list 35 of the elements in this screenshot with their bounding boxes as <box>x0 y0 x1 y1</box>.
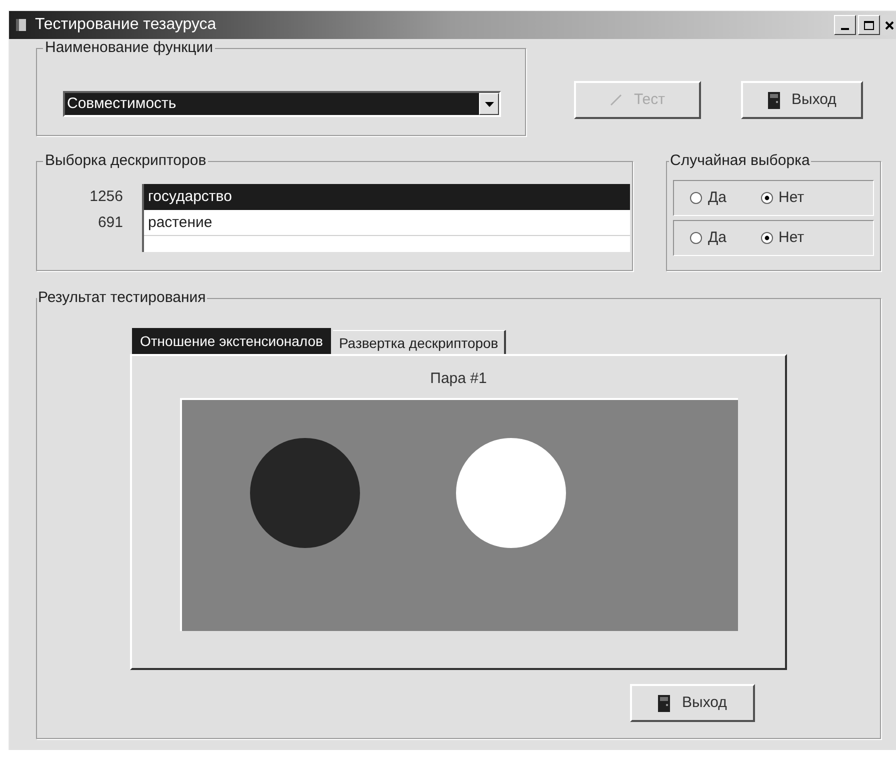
pencil-icon <box>610 94 622 106</box>
door-icon <box>658 694 670 712</box>
dropdown-arrow-button[interactable] <box>479 93 499 115</box>
radio-option[interactable]: Да <box>690 186 727 210</box>
maximize-icon <box>864 20 874 30</box>
caret-icon <box>484 102 494 106</box>
radio-option[interactable]: Да <box>690 226 727 250</box>
close-icon <box>884 20 894 30</box>
action-button[interactable]: Выход <box>741 81 863 119</box>
group-label: Наименование функции <box>43 39 216 57</box>
row-number: 1256 <box>88 187 123 207</box>
window-title: Тестирование тезауруса <box>35 15 216 35</box>
window-icon <box>15 18 27 32</box>
tab[interactable]: Развертка дескрипторов <box>332 330 506 354</box>
radio-option[interactable]: Нет <box>760 226 804 250</box>
dropdown-value: Совместимость <box>65 93 479 115</box>
function-dropdown[interactable]: Совместимость <box>63 91 501 117</box>
door-icon <box>768 92 780 108</box>
radio-button[interactable] <box>690 192 702 204</box>
radio-button[interactable] <box>760 192 773 204</box>
radio-button[interactable] <box>760 232 773 244</box>
descriptor-list[interactable]: государство растение <box>142 184 630 252</box>
list-item[interactable]: государство <box>144 184 630 210</box>
group-label: Случайная выборка <box>669 152 811 170</box>
maximize-button[interactable] <box>858 15 880 35</box>
tab[interactable]: Отношение экстенсионалов <box>132 328 331 354</box>
group-label: Результат тестирования <box>37 289 207 307</box>
radio-option[interactable]: Нет <box>760 186 804 210</box>
action-button[interactable]: Выход <box>630 684 755 722</box>
row-number: 691 <box>96 213 123 233</box>
minimize-button[interactable] <box>834 15 856 35</box>
minimize-icon <box>841 28 849 30</box>
radio-button[interactable] <box>690 232 702 244</box>
pair-title: Пара #1 <box>430 370 487 388</box>
group-label: Выборка дескрипторов <box>43 152 208 170</box>
